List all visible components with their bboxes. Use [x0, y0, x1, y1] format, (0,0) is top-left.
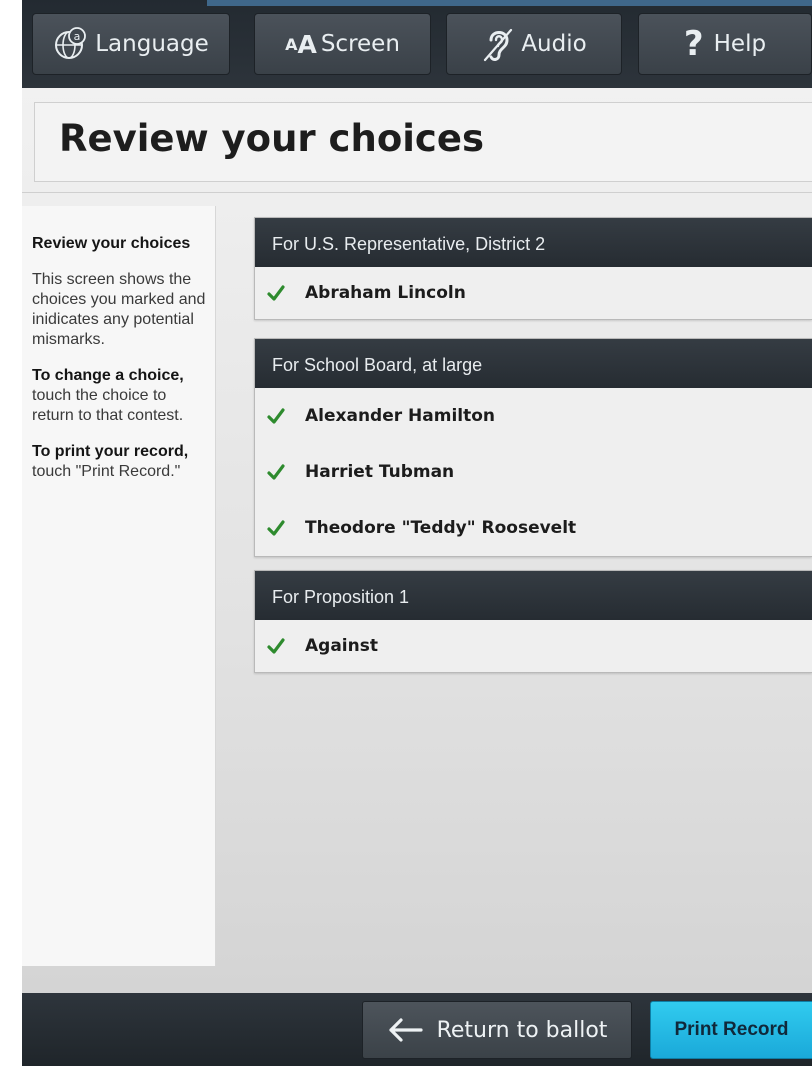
choice-name: Alexander Hamilton — [305, 406, 496, 426]
print-label: Print Record — [674, 1019, 789, 1040]
help-sidebar: Review your choices This screen shows th… — [22, 206, 216, 966]
audio-label: Audio — [521, 31, 587, 57]
help-intro: This screen shows the choices you marked… — [32, 271, 206, 348]
ear-icon — [481, 24, 515, 64]
contest-card-representative[interactable]: For U.S. Representative, District 2 Abra… — [254, 217, 812, 320]
help-print-bold: To print your record, — [32, 443, 189, 460]
language-label: Language — [95, 31, 209, 57]
help-change-text: touch the choice to return to that conte… — [32, 387, 184, 424]
choice-item[interactable]: Abraham Lincoln — [255, 267, 812, 319]
language-icon: a — [53, 26, 89, 62]
contest-header: For School Board, at large — [255, 339, 812, 388]
svg-text:a: a — [74, 30, 81, 43]
language-button[interactable]: a Language — [32, 13, 230, 75]
screen-label: Screen — [320, 31, 400, 57]
choice-name: Abraham Lincoln — [305, 283, 466, 303]
check-icon — [267, 408, 305, 424]
small-a-glyph: A — [285, 34, 298, 54]
choice-name: Theodore "Teddy" Roosevelt — [305, 518, 577, 538]
contest-header: For Proposition 1 — [255, 571, 812, 620]
screen-settings-button[interactable]: A A Screen — [254, 13, 431, 75]
contest-card-proposition[interactable]: For Proposition 1 Against — [254, 570, 812, 673]
help-print-text: touch "Print Record." — [32, 463, 181, 480]
check-icon — [267, 520, 305, 536]
title-bar: Review your choices — [34, 102, 812, 182]
help-print-instructions: To print your record, touch "Print Recor… — [32, 442, 207, 482]
accessibility-toolbar: a Language A A Screen Audio ? Help — [22, 0, 812, 88]
return-label: Return to ballot — [436, 1017, 608, 1043]
check-icon — [267, 285, 305, 301]
print-record-button[interactable]: Print Record — [650, 1001, 812, 1059]
check-icon — [267, 638, 305, 654]
choice-item[interactable]: Against — [255, 620, 812, 672]
help-change-instructions: To change a choice, touch the choice to … — [32, 366, 207, 426]
choice-name: Against — [305, 636, 378, 656]
large-a-glyph: A — [297, 29, 317, 59]
choice-name: Harriet Tubman — [305, 462, 455, 482]
toolbar-accent-strip — [207, 0, 812, 6]
audio-button[interactable]: Audio — [446, 13, 622, 75]
help-change-bold: To change a choice, — [32, 367, 184, 384]
choice-item[interactable]: Theodore "Teddy" Roosevelt — [255, 500, 812, 556]
check-icon — [267, 464, 305, 480]
choice-item[interactable]: Alexander Hamilton — [255, 388, 812, 444]
help-button[interactable]: ? Help — [638, 13, 812, 75]
help-heading: Review your choices — [32, 235, 191, 252]
contest-card-school-board[interactable]: For School Board, at large Alexander Ham… — [254, 338, 812, 557]
divider — [22, 192, 812, 193]
return-to-ballot-button[interactable]: Return to ballot — [362, 1001, 632, 1059]
page-title: Review your choices — [59, 117, 484, 160]
voting-screen: a Language A A Screen Audio ? Help Revie… — [22, 0, 812, 1066]
bottom-navigation-bar: Return to ballot Print Record — [22, 993, 812, 1066]
arrow-left-icon — [387, 1017, 423, 1043]
choice-item[interactable]: Harriet Tubman — [255, 444, 812, 500]
question-mark-icon: ? — [683, 24, 704, 64]
contest-header: For U.S. Representative, District 2 — [255, 218, 812, 267]
help-label: Help — [713, 31, 767, 57]
